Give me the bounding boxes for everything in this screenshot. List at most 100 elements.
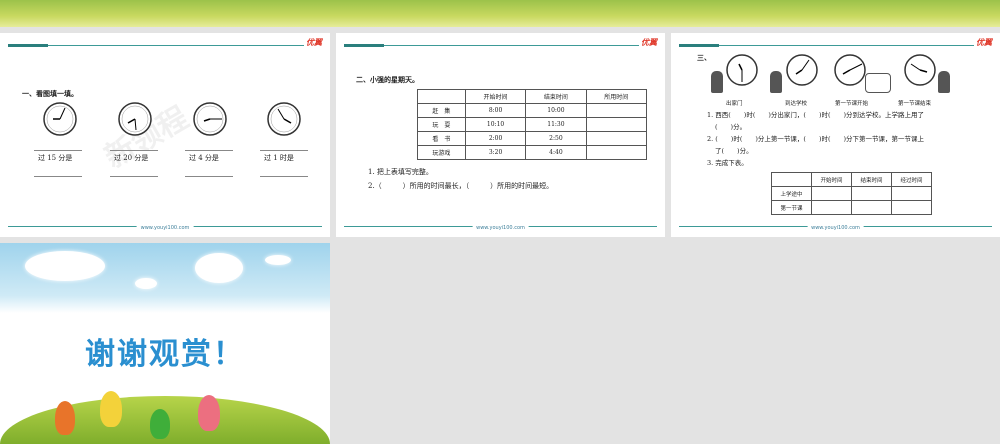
table-cell: 赶 集 bbox=[417, 103, 466, 118]
answer-line bbox=[34, 150, 82, 151]
table-cell: 结束时间 bbox=[525, 89, 587, 104]
clock-icon bbox=[193, 102, 227, 136]
child-illustration bbox=[55, 401, 75, 435]
time-table: 开始时间 结束时间 经过时间 上学途中 第一节课 bbox=[771, 172, 932, 215]
slide-title: 一、看图填一填。 bbox=[22, 90, 78, 98]
caption: 到达学校 bbox=[785, 101, 808, 107]
table-cell: 4:40 bbox=[525, 145, 587, 160]
schedule-table: 开始时间 结束时间 所用时间 赶 集 8:00 10:00 玩 耍 10:10 11:30 … bbox=[417, 89, 648, 160]
table-cell: 11:30 bbox=[525, 117, 587, 132]
child-illustration bbox=[150, 409, 170, 439]
previous-slide-partial[interactable] bbox=[0, 0, 1000, 27]
caption: 第一节课结束 bbox=[898, 101, 932, 107]
table-cell: 2:00 bbox=[464, 131, 527, 146]
table-row: 上学途中 bbox=[771, 186, 932, 201]
table-cell bbox=[891, 186, 932, 201]
answer-line bbox=[260, 176, 308, 177]
clock-label: 过 4 分是 bbox=[189, 154, 219, 162]
table-cell bbox=[585, 131, 648, 146]
table-row: 玩游戏 3:20 4:40 bbox=[417, 145, 648, 160]
logo: 优翼 bbox=[641, 38, 657, 47]
table-cell bbox=[851, 200, 892, 215]
caption: 出家门 bbox=[726, 101, 743, 107]
answer-line bbox=[34, 176, 82, 177]
table-cell: 10:10 bbox=[464, 117, 527, 132]
table-cell: 所用时间 bbox=[585, 89, 648, 104]
question-1-cont: ( )分。 bbox=[715, 123, 747, 131]
table-cell: 上学途中 bbox=[771, 186, 812, 201]
table-cell bbox=[811, 200, 852, 215]
table-cell: 8:00 bbox=[464, 103, 527, 118]
clock-icon bbox=[904, 54, 936, 86]
question-1: 1. 西西( )时( )分出家门，( )时( )分到达学校。上学路上用了 bbox=[707, 111, 925, 119]
child-illustration bbox=[770, 71, 782, 93]
answer-line bbox=[110, 150, 158, 151]
answer-line bbox=[110, 176, 158, 177]
question-1: 1. 把上表填写完整。 bbox=[368, 168, 433, 176]
child-illustration bbox=[711, 71, 723, 93]
header-line bbox=[8, 44, 304, 47]
header-line bbox=[344, 44, 639, 47]
logo: 优翼 bbox=[306, 38, 322, 47]
table-cell bbox=[417, 89, 466, 104]
table-cell: 玩 耍 bbox=[417, 117, 466, 132]
table-cell bbox=[851, 186, 892, 201]
thank-you-title: 谢谢观赏！ bbox=[85, 337, 245, 372]
table-cell: 10:00 bbox=[525, 103, 587, 118]
clock-icon bbox=[118, 102, 152, 136]
table-row: 玩 耍 10:10 11:30 bbox=[417, 117, 648, 132]
footer-url: www.youyi100.com bbox=[136, 225, 194, 231]
table-row: 第一节课 bbox=[771, 200, 932, 215]
question-2: 2.（ ）所用的时间最长，（ ）所用的时间最短。 bbox=[368, 182, 554, 190]
clock-icon bbox=[834, 54, 866, 86]
table-cell: 第一节课 bbox=[771, 200, 812, 215]
footer-url: www.youyi100.com bbox=[807, 225, 864, 231]
slide-thumbnail-2[interactable]: 优翼 二、小强的星期天。 开始时间 结束时间 所用时间 赶 集 8:00 10:00 玩… bbox=[336, 33, 665, 237]
slide-thumbnail-4[interactable]: 谢谢观赏！ bbox=[0, 243, 330, 444]
question-2: 2. ( )时( )分上第一节课，( )时( )分下第一节课，第一节课上 bbox=[707, 135, 925, 143]
table-cell: 结束时间 bbox=[851, 172, 892, 187]
cloud bbox=[135, 278, 157, 289]
table-row: 看 书 2:00 2:50 bbox=[417, 131, 648, 146]
table-cell: 经过时间 bbox=[891, 172, 932, 187]
table-cell bbox=[891, 200, 932, 215]
slide-title: 二、小强的星期天。 bbox=[356, 76, 419, 84]
table-cell: 3:20 bbox=[464, 145, 527, 160]
table-cell bbox=[585, 145, 648, 160]
clock-icon bbox=[267, 102, 301, 136]
answer-line bbox=[185, 176, 233, 177]
table-cell: 2:50 bbox=[525, 131, 587, 146]
table-row: 赶 集 8:00 10:00 bbox=[417, 103, 648, 118]
clock-icon bbox=[726, 54, 758, 86]
clock-label: 过 20 分是 bbox=[114, 154, 149, 162]
table-cell bbox=[585, 103, 648, 118]
table-cell: 开始时间 bbox=[464, 89, 527, 104]
slide-thumbnail-1[interactable]: 优翼 新领程 一、看图填一填。 过 15 分是 过 20 分是 过 4 分是 过… bbox=[0, 33, 330, 237]
slide-title: 三、 bbox=[697, 54, 711, 62]
clock-label: 过 1 时是 bbox=[264, 154, 294, 162]
footer-url: www.youyi100.com bbox=[472, 225, 529, 231]
clock-icon bbox=[786, 54, 818, 86]
table-cell: 看 书 bbox=[417, 131, 466, 146]
clock-label: 过 15 分是 bbox=[38, 154, 73, 162]
answer-line bbox=[185, 150, 233, 151]
answer-line bbox=[260, 150, 308, 151]
clock-icon bbox=[43, 102, 77, 136]
table-cell: 开始时间 bbox=[811, 172, 852, 187]
table-cell: 玩游戏 bbox=[417, 145, 466, 160]
child-illustration bbox=[938, 71, 950, 93]
cloud bbox=[25, 251, 105, 281]
cloud bbox=[195, 253, 243, 283]
cloud bbox=[265, 255, 291, 265]
question-2-cont: 了( )分。 bbox=[715, 147, 753, 155]
logo: 优翼 bbox=[976, 38, 992, 47]
header-line bbox=[679, 44, 974, 47]
slide-thumbnail-3[interactable]: 优翼 三、 出家门 到达学校 第一节课开始 第一节课结束 1. 西西( )时( … bbox=[671, 33, 1000, 237]
child-at-desk-illustration bbox=[865, 73, 891, 93]
table-cell bbox=[585, 117, 648, 132]
child-illustration bbox=[198, 395, 220, 431]
caption: 第一节课开始 bbox=[835, 101, 869, 107]
table-cell bbox=[771, 172, 812, 187]
table-cell bbox=[811, 186, 852, 201]
question-3: 3. 完成下表。 bbox=[707, 159, 748, 167]
